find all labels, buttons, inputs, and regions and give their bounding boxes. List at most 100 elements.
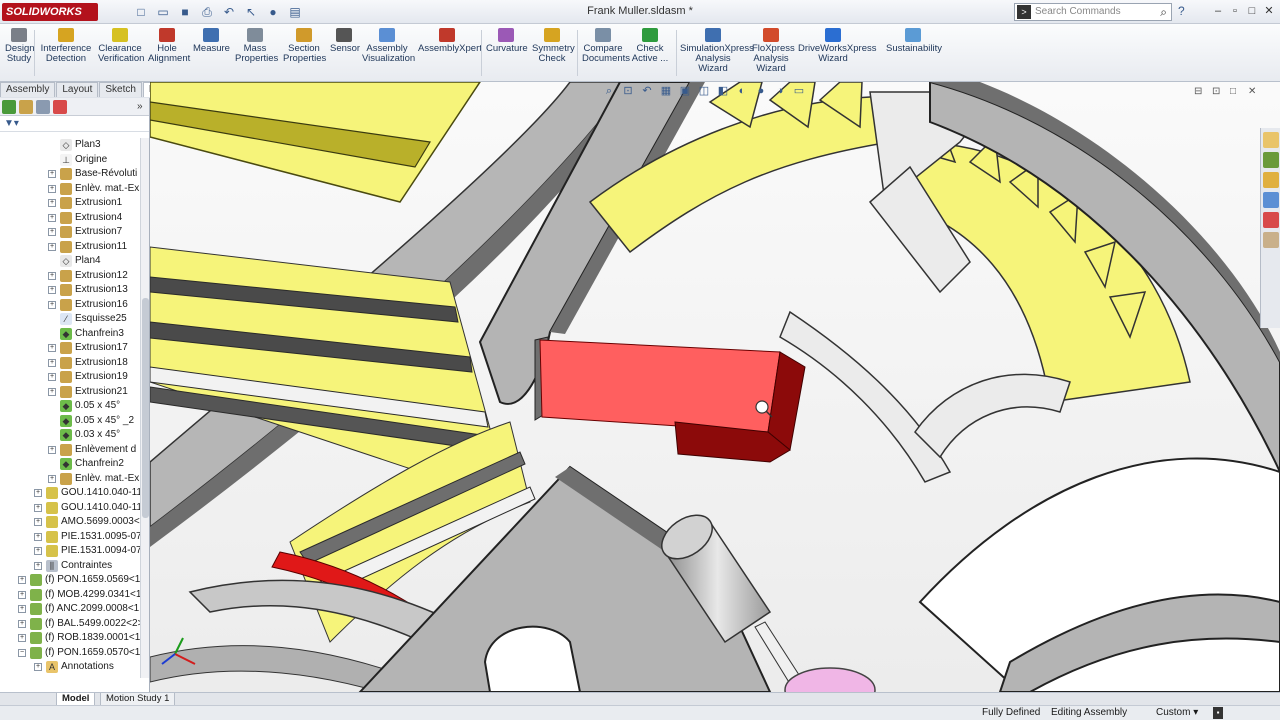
expand-icon[interactable]: +: [34, 663, 42, 671]
expand-icon[interactable]: +: [34, 503, 42, 512]
filter-icon[interactable]: ▼▾: [4, 118, 19, 129]
tree-item[interactable]: + Extrusion17: [0, 341, 140, 356]
section-view-icon[interactable]: ▦: [659, 84, 673, 98]
maximize-icon[interactable]: □: [1245, 3, 1259, 19]
expand-icon[interactable]: +: [18, 619, 26, 628]
ribbon-button-simulationxpress-analysis-wizard[interactable]: SimulationXpress Analysis Wizard: [680, 28, 754, 74]
tree-item[interactable]: − (f) PON.1659.0570<1: [0, 646, 140, 661]
tree-item[interactable]: + A Annotations: [0, 660, 140, 675]
expand-icon[interactable]: +: [48, 373, 56, 381]
expand-icon[interactable]: +: [34, 547, 42, 555]
search-commands-input[interactable]: > Search Commands ⌕: [1014, 3, 1172, 21]
ribbon-button-measure[interactable]: Measure: [193, 28, 230, 54]
view-orientation-icon[interactable]: ◫: [697, 84, 711, 98]
expand-icon[interactable]: +: [18, 590, 26, 599]
display-style-icon[interactable]: ◧: [716, 84, 730, 98]
graphics-viewport[interactable]: ⌕ ⊡ ↶ ▦ ▣ ◫ ◧ ◐ ● ◑ ▭ ⊟ ⊡ □ ✕: [150, 82, 1280, 692]
view-settings-icon[interactable]: ▭: [792, 84, 806, 98]
tree-item[interactable]: ◇ Plan3: [0, 138, 140, 153]
previous-view-icon[interactable]: ↶: [640, 84, 654, 98]
tree-item[interactable]: + Enlèv. mat.-Ex: [0, 182, 140, 197]
status-units[interactable]: Custom ▾: [1156, 706, 1198, 720]
expand-icon[interactable]: +: [48, 199, 56, 207]
appearances-icon[interactable]: [1263, 212, 1279, 228]
expand-icon[interactable]: +: [34, 489, 42, 497]
appearance-manager-icon[interactable]: [53, 100, 67, 114]
ribbon-button-interference-detection[interactable]: Interference Detection: [40, 28, 92, 64]
viewport-minimize-icon[interactable]: ⊟: [1194, 86, 1206, 98]
tree-item[interactable]: ◆ 0.05 x 45° _2: [0, 414, 140, 429]
tree-item[interactable]: + ⫼ Contraintes: [0, 559, 140, 574]
viewport-close-icon[interactable]: ✕: [1248, 86, 1260, 98]
expand-icon[interactable]: +: [48, 170, 56, 178]
red-block-face[interactable]: [539, 339, 781, 433]
tree-item[interactable]: + (f) MOB.4299.0341<1: [0, 588, 141, 603]
ribbon-button-compare-documents[interactable]: Compare Documents: [582, 28, 630, 64]
expand-icon[interactable]: +: [48, 242, 56, 251]
tree-item[interactable]: ◇ Plan4: [0, 254, 140, 269]
tree-item[interactable]: ⁄ Esquisse25: [0, 312, 140, 327]
tree-item[interactable]: ◆ Chanfrein2: [0, 457, 140, 472]
expand-icon[interactable]: +: [48, 344, 56, 352]
custom-properties-icon[interactable]: [1263, 232, 1279, 248]
expand-icon[interactable]: +: [34, 561, 42, 570]
tree-item[interactable]: + Base-Révoluti: [0, 167, 140, 182]
ribbon-button-check-active[interactable]: Check Active ...: [630, 28, 670, 64]
zoom-to-fit-icon[interactable]: ⌕: [602, 84, 616, 98]
ribbon-button-mass-properties[interactable]: Mass Properties: [235, 28, 278, 64]
tree-item[interactable]: + (f) PON.1659.0569<1>: [0, 573, 146, 588]
tree-filter[interactable]: ▼▾: [0, 116, 149, 132]
expand-icon[interactable]: +: [48, 213, 56, 222]
ribbon-button-curvature[interactable]: Curvature: [486, 28, 528, 54]
file-explorer-icon[interactable]: [1263, 172, 1279, 188]
expand-icon[interactable]: +: [18, 576, 26, 584]
ribbon-button-clearance-verification[interactable]: Clearance Verification: [98, 28, 144, 64]
expand-icon[interactable]: +: [48, 184, 56, 193]
tab-sketch[interactable]: Sketch: [99, 82, 142, 97]
expand-icon[interactable]: +: [48, 286, 56, 294]
tree-item[interactable]: + Extrusion16: [0, 298, 140, 313]
edit-appearance-icon[interactable]: ●: [754, 84, 768, 98]
search-icon[interactable]: ⌕: [1160, 4, 1167, 20]
viewport-restore-icon[interactable]: ⊡: [1212, 86, 1224, 98]
property-manager-icon[interactable]: [19, 100, 33, 114]
expand-icon[interactable]: +: [18, 634, 26, 642]
tree-item[interactable]: ◆ 0.03 x 45°: [0, 428, 140, 443]
expand-icon[interactable]: +: [48, 358, 56, 367]
tree-item[interactable]: + Extrusion18: [0, 356, 140, 371]
tree-item[interactable]: + Extrusion19: [0, 370, 140, 385]
expand-icon[interactable]: +: [48, 445, 56, 454]
expand-icon[interactable]: +: [34, 532, 42, 541]
restore-icon[interactable]: ▫: [1228, 3, 1242, 19]
tree-item[interactable]: + PIE.1531.0095-070: [0, 530, 147, 545]
ribbon-button-assembly-visualization[interactable]: Assembly Visualization: [362, 28, 415, 64]
tree-item[interactable]: + Extrusion1: [0, 196, 140, 211]
configuration-manager-icon[interactable]: [36, 100, 50, 114]
ribbon-button-driveworksxpress-wizard[interactable]: DriveWorksXpress Wizard: [798, 28, 876, 64]
tree-item[interactable]: + (f) ANC.2099.0008<1: [0, 602, 140, 617]
expand-icon[interactable]: +: [48, 474, 56, 483]
tree-item[interactable]: + (f) BAL.5499.0022<2>: [0, 617, 143, 632]
ribbon-button-assemblyxpert[interactable]: AssemblyXpert: [418, 28, 482, 54]
expand-icon[interactable]: +: [48, 300, 56, 309]
tree-item[interactable]: + Extrusion7: [0, 225, 140, 240]
tree-item[interactable]: + AMO.5699.0003<1: [0, 515, 145, 530]
expand-panel-icon[interactable]: »: [137, 100, 147, 114]
view-palette-icon[interactable]: [1263, 192, 1279, 208]
close-icon[interactable]: ✕: [1262, 3, 1276, 19]
expand-icon[interactable]: +: [34, 518, 42, 526]
tree-item[interactable]: + GOU.1410.040-11(: [0, 501, 145, 516]
apply-scene-icon[interactable]: ◑: [773, 84, 787, 98]
tree-item[interactable]: + Extrusion21: [0, 385, 140, 400]
tree-scrollbar[interactable]: [140, 138, 149, 678]
tree-item[interactable]: + GOU.1410.040-11(: [0, 486, 145, 501]
tree-item[interactable]: + Extrusion11: [0, 240, 140, 255]
collapse-icon[interactable]: −: [18, 648, 26, 657]
ribbon-button-hole-alignment[interactable]: Hole Alignment: [148, 28, 190, 64]
tree-item[interactable]: + Extrusion13: [0, 283, 140, 298]
zoom-area-icon[interactable]: ⊡: [621, 84, 635, 98]
tree-item[interactable]: + Extrusion12: [0, 269, 140, 284]
tab-layout[interactable]: Layout: [56, 82, 99, 97]
assembly-render[interactable]: [150, 82, 1280, 692]
tree-item[interactable]: + Enlèv. mat.-Ex: [0, 472, 140, 487]
